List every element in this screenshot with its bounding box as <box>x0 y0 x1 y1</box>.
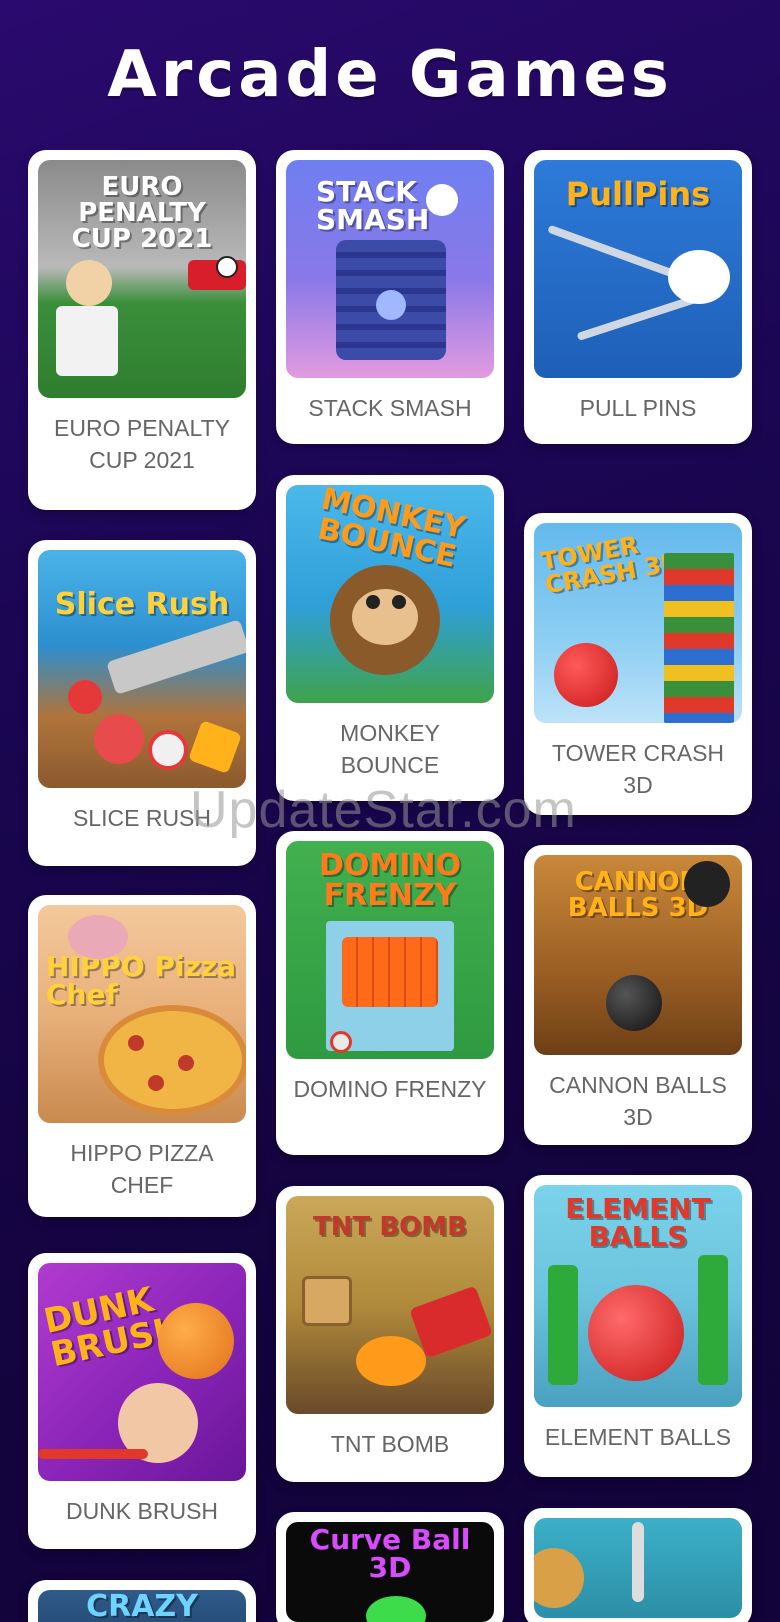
game-thumbnail: DOMINO FRENZY <box>286 841 494 1059</box>
game-thumbnail: PullPins <box>534 160 742 378</box>
game-thumbnail: HIPPO Pizza Chef <box>38 905 246 1123</box>
game-logo: Slice Rush <box>54 587 230 622</box>
game-title: EURO PENALTY CUP 2021 <box>54 415 230 473</box>
game-thumbnail: DUNK BRUSH <box>38 1263 246 1481</box>
game-card-pull-pins[interactable]: PullPins PULL PINS <box>524 150 752 444</box>
game-title: PULL PINS <box>579 395 697 421</box>
page-title: Arcade Games <box>107 38 673 112</box>
game-title: MONKEY BOUNCE <box>340 720 440 778</box>
game-thumbnail: CANNON BALLS 3D <box>534 855 742 1055</box>
game-title: STACK SMASH <box>308 395 472 421</box>
game-logo: ELEMENT BALLS <box>565 1192 711 1253</box>
game-card-slice-rush[interactable]: Slice Rush SLICE RUSH <box>28 540 256 866</box>
game-card-domino-frenzy[interactable]: DOMINO FRENZY DOMINO FRENZY <box>276 831 504 1155</box>
game-logo: CRAZY <box>86 1590 198 1622</box>
game-thumbnail: TOWER CRASH 3D <box>534 523 742 723</box>
game-thumbnail: STACK SMASH <box>286 160 494 378</box>
game-card-stack-smash[interactable]: STACK SMASH STACK SMASH <box>276 150 504 444</box>
game-title: ELEMENT BALLS <box>544 1424 732 1450</box>
game-card-element-balls[interactable]: ELEMENT BALLS ELEMENT BALLS <box>524 1175 752 1477</box>
game-logo: STACK SMASH <box>316 175 430 236</box>
game-title: HIPPO PIZZA CHEF <box>70 1140 214 1198</box>
game-title: SLICE RUSH <box>72 805 212 831</box>
game-card-tnt-bomb[interactable]: TNT BOMB TNT BOMB <box>276 1186 504 1482</box>
game-card-dunk-brush[interactable]: DUNK BRUSH DUNK BRUSH <box>28 1253 256 1549</box>
game-card-cannon-balls-3d[interactable]: CANNON BALLS 3D CANNON BALLS 3D <box>524 845 752 1145</box>
game-title: DOMINO FRENZY <box>293 1076 487 1102</box>
game-title: CANNON BALLS 3D <box>549 1072 727 1130</box>
game-card-knife-game[interactable] <box>524 1508 752 1622</box>
game-card-hippo-pizza-chef[interactable]: HIPPO Pizza Chef HIPPO PIZZA CHEF <box>28 895 256 1217</box>
game-card-tower-crash-3d[interactable]: TOWER CRASH 3D TOWER CRASH 3D <box>524 513 752 815</box>
game-card-curve-ball-3d[interactable]: Curve Ball 3D <box>276 1512 504 1622</box>
game-thumbnail: EURO PENALTY CUP 2021 <box>38 160 246 398</box>
game-thumbnail: TNT BOMB <box>286 1196 494 1414</box>
game-logo: PullPins <box>565 175 711 213</box>
game-logo: EURO PENALTY CUP 2021 <box>71 172 213 254</box>
game-title: TOWER CRASH 3D <box>551 740 725 798</box>
game-thumbnail: Slice Rush <box>38 550 246 788</box>
game-card-monkey-bounce[interactable]: MONKEY BOUNCE MONKEY BOUNCE <box>276 475 504 801</box>
game-logo: TNT BOMB <box>313 1212 467 1242</box>
game-logo: DOMINO FRENZY <box>318 848 462 913</box>
game-title: TNT BOMB <box>330 1431 450 1457</box>
game-card-euro-penalty-cup[interactable]: EURO PENALTY CUP 2021 EURO PENALTY CUP 2… <box>28 150 256 510</box>
game-logo: Curve Ball 3D <box>309 1523 471 1584</box>
game-thumbnail: MONKEY BOUNCE <box>286 485 494 703</box>
game-thumbnail: ELEMENT BALLS <box>534 1185 742 1407</box>
game-thumbnail <box>534 1518 742 1618</box>
game-title: DUNK BRUSH <box>65 1498 219 1524</box>
game-thumbnail: CRAZY <box>38 1590 246 1622</box>
game-logo: HIPPO Pizza Chef <box>46 950 237 1011</box>
game-card-crazy[interactable]: CRAZY <box>28 1580 256 1622</box>
game-thumbnail: Curve Ball 3D <box>286 1522 494 1622</box>
